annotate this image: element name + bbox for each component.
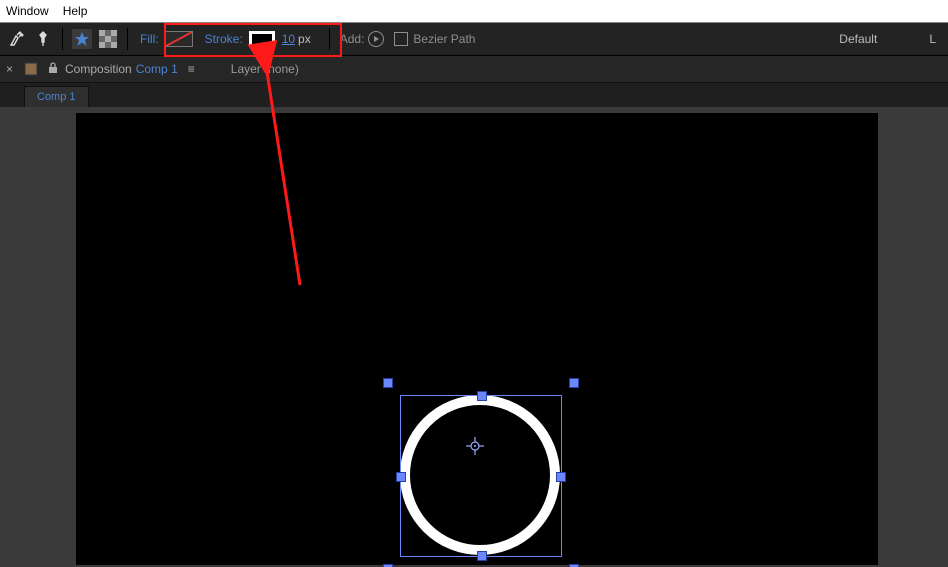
- selection-handle-left-mid[interactable]: [396, 472, 406, 482]
- add-menu-icon[interactable]: [368, 31, 384, 47]
- puppet-tool-icon[interactable]: [7, 29, 27, 49]
- bezier-label: Bezier Path: [413, 32, 475, 46]
- composition-icon: [24, 62, 38, 76]
- composition-label: Composition: [65, 62, 132, 76]
- composition-name-link[interactable]: Comp 1: [136, 62, 178, 76]
- selection-handle-top-right[interactable]: [569, 378, 579, 388]
- star-tool-icon[interactable]: [72, 29, 92, 49]
- workspace-switcher[interactable]: Default L: [839, 23, 936, 55]
- selection-handle-top-left[interactable]: [383, 378, 393, 388]
- menu-help[interactable]: Help: [63, 4, 88, 18]
- anchor-point-icon[interactable]: [466, 437, 484, 455]
- layer-label: Layer: [231, 62, 261, 76]
- selection-handle-top-mid[interactable]: [477, 391, 487, 401]
- composition-viewer[interactable]: [0, 107, 948, 567]
- fill-swatch[interactable]: [165, 31, 193, 47]
- fill-label[interactable]: Fill:: [140, 32, 159, 46]
- add-label: Add:: [340, 32, 365, 46]
- lock-icon[interactable]: [47, 62, 59, 77]
- stroke-swatch[interactable]: [249, 31, 275, 47]
- selection-handle-right-mid[interactable]: [556, 472, 566, 482]
- px-label: px: [298, 32, 311, 46]
- panel-header: × Composition Comp 1 ≡ Layer (none): [0, 56, 948, 83]
- selection-bounding-box[interactable]: [400, 395, 562, 557]
- layer-value: (none): [264, 62, 299, 76]
- menu-window[interactable]: Window: [6, 4, 49, 18]
- selection-handle-bottom-mid[interactable]: [477, 551, 487, 561]
- layer-panel-link[interactable]: Layer (none): [231, 62, 299, 76]
- transparency-grid-icon[interactable]: [98, 29, 118, 49]
- app-toolbar: Fill: Stroke: 10 px Add: Bezier Path Def…: [0, 23, 948, 56]
- shape-layer: [0, 107, 948, 567]
- panel-close-icon[interactable]: ×: [6, 62, 13, 76]
- composition-tab-row: Comp 1: [0, 83, 948, 107]
- workspace-right-cut: L: [929, 32, 936, 46]
- pin-tool-icon[interactable]: [33, 29, 53, 49]
- workspace-name: Default: [839, 32, 877, 46]
- bezier-checkbox[interactable]: [394, 32, 408, 46]
- os-menu-bar: Window Help: [0, 0, 948, 23]
- tab-comp1[interactable]: Comp 1: [24, 86, 89, 107]
- panel-menu-icon[interactable]: ≡: [188, 62, 195, 76]
- stroke-label[interactable]: Stroke:: [205, 32, 243, 46]
- stroke-width-value[interactable]: 10: [282, 32, 295, 46]
- fill-stroke-group: Fill: Stroke: 10 px: [134, 23, 323, 55]
